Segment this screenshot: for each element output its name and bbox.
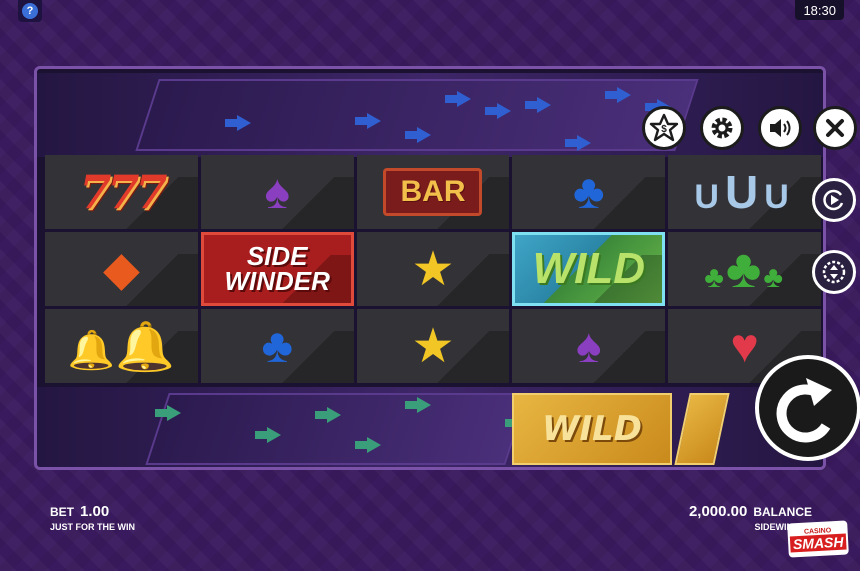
bet-panel[interactable]: BET 1.00 JUST FOR THE WIN [50,503,135,532]
star-dollar-icon: $ [649,113,679,142]
balance-value: 2,000.00 [688,503,748,520]
logo-main-text: SMASH [789,533,847,552]
reel-cell: ♠ [200,155,354,229]
balance-label: BALANCE [753,505,812,519]
reel-cell: WILD [512,232,666,306]
reel-grid: 777 ♠ BAR ♣ UUU ◆ SIDE WINDER ★ WILD ♣♣♣… [45,155,821,383]
reel-cell: 🔔🔔 [45,309,198,383]
casino-smash-logo: CASINO SMASH [787,520,849,558]
sidewinder-line2: WINDER [224,266,330,296]
wild-symbol: WILD [532,244,645,293]
spade-icon: ♠ [576,319,602,373]
reel-cell: ★ [356,232,510,306]
sidewinder-symbol: SIDE WINDER [224,243,330,296]
paytable-button[interactable]: $ [642,106,686,150]
help-button[interactable]: ? [18,0,42,22]
settings-button[interactable] [700,106,744,150]
star-icon: ★ [411,320,455,373]
reel-cell: 777 [45,155,198,229]
bottom-wild-text: WILD [541,409,643,449]
spade-icon: ♠ [264,165,290,219]
bottom-track: WILD [37,387,823,467]
bet-subtitle: JUST FOR THE WIN [50,522,135,532]
speaker-icon [770,119,791,137]
sound-button[interactable] [758,106,802,150]
close-button[interactable] [813,106,857,150]
spin-arrow-icon [776,378,832,443]
bell-icon: 🔔🔔 [67,320,175,374]
stake-button[interactable] [812,250,856,294]
autoplay-icon [823,189,844,211]
close-icon [826,119,844,137]
reel-cell: ♣ [200,309,354,383]
seven-symbol: 777 [79,165,167,219]
bottom-track-panel [145,393,529,465]
spin-button[interactable] [755,355,860,461]
bottom-wild-symbol-partial [674,393,730,465]
diamond-icon: ◆ [102,243,140,296]
clover-icon: ♣♣♣ [704,239,785,299]
help-icon: ? [22,3,38,19]
reel-cell: ★ [356,309,510,383]
chip-icon [822,260,846,284]
bet-label: BET [50,505,74,519]
bet-value: 1.00 [80,503,110,520]
clock: 18:30 [795,0,844,20]
reel-cell: BAR [356,155,510,229]
autoplay-button[interactable] [812,178,856,222]
gear-icon [711,117,733,139]
heart-icon: ♥ [730,319,759,373]
star-icon: ★ [411,243,455,296]
club-icon: ♣ [573,165,605,219]
reel-cell: ♣ [512,155,666,229]
reel-cell: ♠ [512,309,666,383]
reel-cell: ♣♣♣ [668,232,821,306]
bar-symbol: BAR [383,168,483,216]
reel-cell: SIDE WINDER [200,232,354,306]
horseshoe-icon: UUU [694,166,795,218]
svg-text:$: $ [661,124,667,135]
club-icon: ♣ [261,319,293,373]
reel-cell: ◆ [45,232,198,306]
reel-cell: UUU [668,155,821,229]
bottom-wild-symbol: WILD [512,393,672,465]
